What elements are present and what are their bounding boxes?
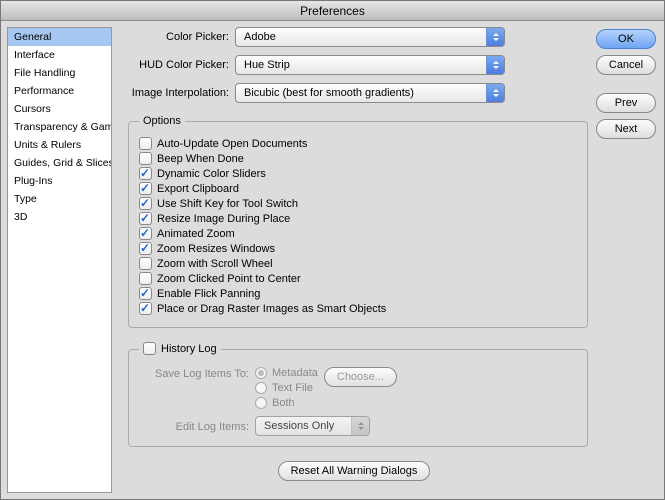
- option-checkbox[interactable]: [139, 272, 152, 285]
- history-log-checkbox[interactable]: [143, 342, 156, 355]
- sidebar-item-units-rulers[interactable]: Units & Rulers: [8, 136, 111, 154]
- option-checkbox[interactable]: [139, 227, 152, 240]
- option-label: Beep When Done: [157, 153, 244, 165]
- option-checkbox[interactable]: [139, 257, 152, 270]
- option-checkbox[interactable]: [139, 137, 152, 150]
- color-picker-row: Color Picker: Adobe: [120, 27, 588, 47]
- history-radio-row: Metadata: [255, 367, 318, 379]
- option-row: Use Shift Key for Tool Switch: [139, 197, 577, 210]
- updown-icon: [486, 56, 504, 74]
- option-row: Place or Drag Raster Images as Smart Obj…: [139, 302, 577, 315]
- hud-picker-value: Hue Strip: [244, 59, 290, 71]
- edit-log-label: Edit Log Items:: [149, 420, 249, 433]
- cancel-button[interactable]: Cancel: [596, 55, 656, 75]
- save-log-label: Save Log Items To:: [149, 367, 249, 380]
- option-row: Zoom Clicked Point to Center: [139, 272, 577, 285]
- category-sidebar: GeneralInterfaceFile HandlingPerformance…: [7, 27, 112, 493]
- hud-picker-select[interactable]: Hue Strip: [235, 55, 505, 75]
- options-legend: Options: [139, 115, 185, 127]
- updown-icon: [486, 28, 504, 46]
- main-panel: Color Picker: Adobe HUD Color Picker: Hu…: [120, 27, 588, 493]
- sidebar-item-plug-ins[interactable]: Plug-Ins: [8, 172, 111, 190]
- option-checkbox[interactable]: [139, 167, 152, 180]
- option-label: Auto-Update Open Documents: [157, 138, 307, 150]
- edit-log-select[interactable]: Sessions Only: [255, 416, 370, 436]
- sidebar-item-guides-grid-slices[interactable]: Guides, Grid & Slices: [8, 154, 111, 172]
- sidebar-item-general[interactable]: General: [8, 28, 111, 46]
- interp-select[interactable]: Bicubic (best for smooth gradients): [235, 83, 505, 103]
- option-label: Use Shift Key for Tool Switch: [157, 198, 298, 210]
- preferences-window: Preferences GeneralInterfaceFile Handlin…: [0, 0, 665, 500]
- option-row: Zoom with Scroll Wheel: [139, 257, 577, 270]
- sidebar-item-performance[interactable]: Performance: [8, 82, 111, 100]
- option-checkbox[interactable]: [139, 197, 152, 210]
- option-checkbox[interactable]: [139, 242, 152, 255]
- option-label: Export Clipboard: [157, 183, 239, 195]
- option-row: Dynamic Color Sliders: [139, 167, 577, 180]
- sidebar-item-cursors[interactable]: Cursors: [8, 100, 111, 118]
- option-label: Place or Drag Raster Images as Smart Obj…: [157, 303, 386, 315]
- reset-warnings-button[interactable]: Reset All Warning Dialogs: [278, 461, 431, 481]
- option-checkbox[interactable]: [139, 302, 152, 315]
- options-group: Options Auto-Update Open Documents Beep W…: [128, 115, 588, 328]
- option-label: Dynamic Color Sliders: [157, 168, 266, 180]
- option-label: Animated Zoom: [157, 228, 235, 240]
- prev-button[interactable]: Prev: [596, 93, 656, 113]
- history-radio[interactable]: [255, 367, 267, 379]
- sidebar-item-file-handling[interactable]: File Handling: [8, 64, 111, 82]
- sidebar-item-type[interactable]: Type: [8, 190, 111, 208]
- option-label: Enable Flick Panning: [157, 288, 260, 300]
- ok-button[interactable]: OK: [596, 29, 656, 49]
- hud-picker-label: HUD Color Picker:: [120, 59, 235, 71]
- option-checkbox[interactable]: [139, 182, 152, 195]
- option-label: Zoom Resizes Windows: [157, 243, 275, 255]
- option-checkbox[interactable]: [139, 212, 152, 225]
- window-titlebar: Preferences: [1, 1, 664, 21]
- history-log-label: History Log: [161, 343, 217, 355]
- window-body: GeneralInterfaceFile HandlingPerformance…: [1, 21, 664, 499]
- history-radio-label: Text File: [272, 382, 313, 394]
- option-row: Auto-Update Open Documents: [139, 137, 577, 150]
- edit-log-value: Sessions Only: [264, 420, 334, 432]
- option-row: Animated Zoom: [139, 227, 577, 240]
- next-button[interactable]: Next: [596, 119, 656, 139]
- option-row: Enable Flick Panning: [139, 287, 577, 300]
- history-radio-row: Both: [255, 397, 318, 409]
- option-row: Export Clipboard: [139, 182, 577, 195]
- history-group: History Log Save Log Items To: Metadata T…: [128, 340, 588, 447]
- color-picker-select[interactable]: Adobe: [235, 27, 505, 47]
- option-checkbox[interactable]: [139, 287, 152, 300]
- history-radio[interactable]: [255, 397, 267, 409]
- choose-button[interactable]: Choose...: [324, 367, 397, 387]
- interp-label: Image Interpolation:: [120, 87, 235, 99]
- color-picker-value: Adobe: [244, 31, 276, 43]
- sidebar-item-transparency-gamut[interactable]: Transparency & Gamut: [8, 118, 111, 136]
- option-label: Resize Image During Place: [157, 213, 290, 225]
- option-label: Zoom Clicked Point to Center: [157, 273, 301, 285]
- history-radio[interactable]: [255, 382, 267, 394]
- interp-row: Image Interpolation: Bicubic (best for s…: [120, 83, 588, 103]
- option-label: Zoom with Scroll Wheel: [157, 258, 273, 270]
- window-title: Preferences: [300, 4, 365, 18]
- option-row: Beep When Done: [139, 152, 577, 165]
- history-radio-label: Metadata: [272, 367, 318, 379]
- dialog-buttons: OK Cancel Prev Next: [596, 27, 658, 493]
- sidebar-item-interface[interactable]: Interface: [8, 46, 111, 64]
- option-row: Zoom Resizes Windows: [139, 242, 577, 255]
- history-radio-label: Both: [272, 397, 295, 409]
- hud-picker-row: HUD Color Picker: Hue Strip: [120, 55, 588, 75]
- option-row: Resize Image During Place: [139, 212, 577, 225]
- interp-value: Bicubic (best for smooth gradients): [244, 87, 414, 99]
- history-radio-row: Text File: [255, 382, 318, 394]
- color-picker-label: Color Picker:: [120, 31, 235, 43]
- sidebar-item-3d[interactable]: 3D: [8, 208, 111, 226]
- updown-icon: [486, 84, 504, 102]
- updown-icon: [351, 417, 369, 435]
- option-checkbox[interactable]: [139, 152, 152, 165]
